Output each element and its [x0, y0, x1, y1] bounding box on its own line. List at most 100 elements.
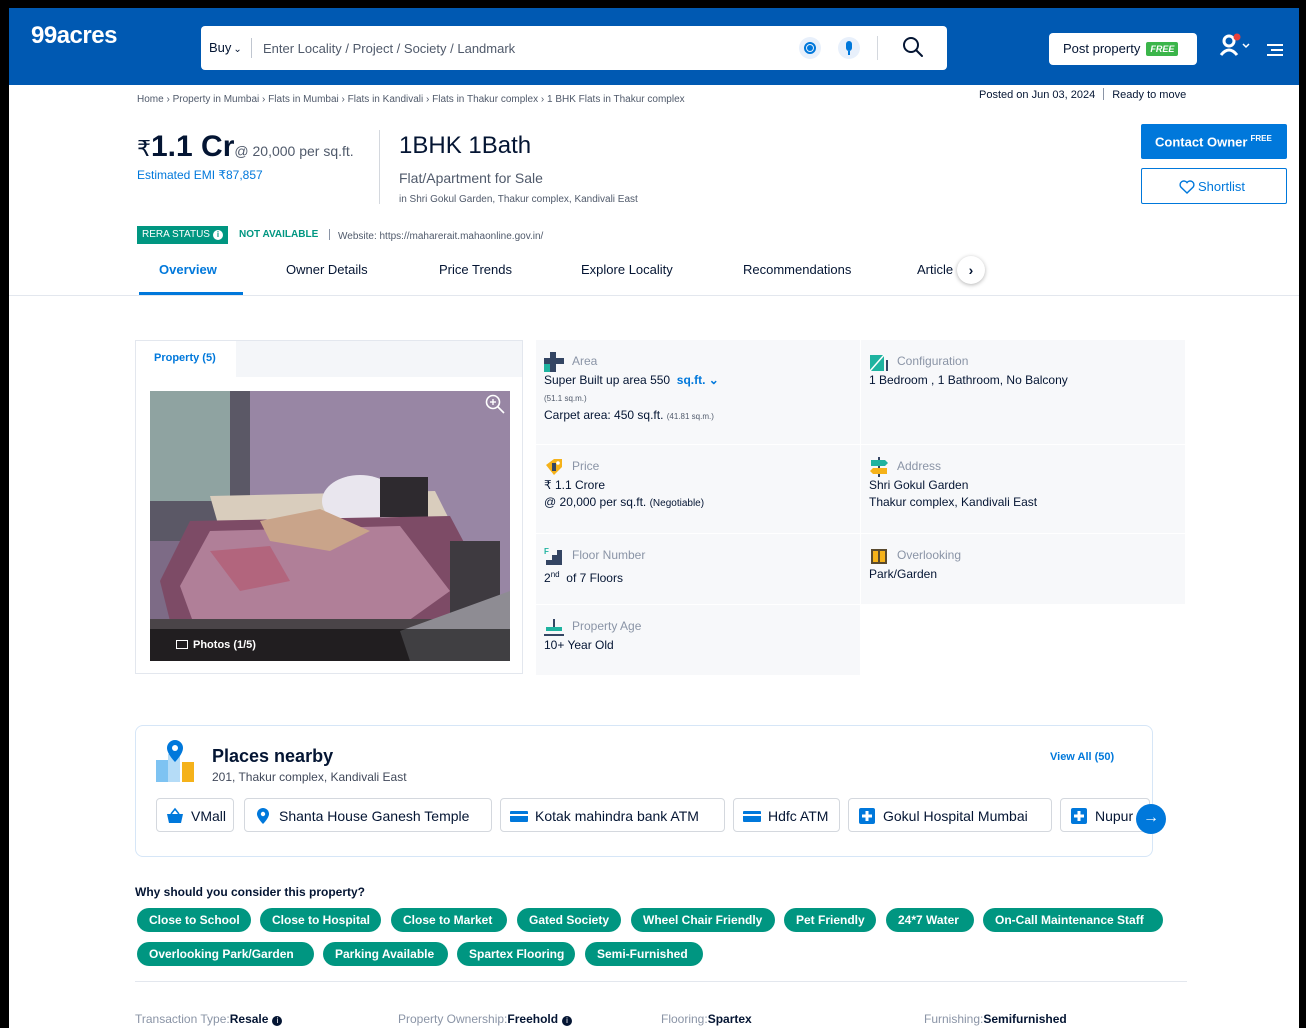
highlight-tag: Pet Friendly	[784, 908, 876, 932]
listing-price: ₹1.1 Cr@ 20,000 per sq.ft.	[137, 130, 354, 164]
tab-explore-locality[interactable]: Explore Locality	[581, 262, 673, 277]
place-chip-label: Kotak mahindra bank ATM	[535, 808, 699, 824]
posted-date: Posted on Jun 03, 2024	[979, 89, 1096, 101]
area-icon	[544, 352, 564, 372]
buy-dropdown-label: Buy	[209, 40, 232, 55]
breadcrumb-item[interactable]: Property in Mumbai	[173, 94, 260, 105]
photo-gallery: Property (5) Photos (1/5)	[135, 340, 523, 674]
info-icon[interactable]: i	[272, 1016, 283, 1026]
place-chip-kotak-atm[interactable]: Kotak mahindra bank ATM	[500, 798, 725, 832]
tab-owner-details[interactable]: Owner Details	[286, 262, 368, 277]
unit-selector[interactable]: sq.ft. ⌄	[677, 373, 719, 387]
site-logo[interactable]: 99acres	[31, 22, 117, 50]
attr-key: Furnishing	[924, 1012, 981, 1026]
highlight-tag: Gated Society	[517, 908, 621, 932]
attr-furnishing: Furnishing:Semifurnished	[924, 1012, 1067, 1026]
floor-suffix: nd	[550, 570, 560, 579]
zoom-icon[interactable]	[484, 393, 506, 415]
highlight-tag: Wheel Chair Friendly	[631, 908, 775, 932]
highlight-tag: Semi-Furnished	[585, 942, 703, 966]
price-divider	[379, 130, 380, 204]
emi-link[interactable]: Estimated EMI ₹87,857	[137, 168, 263, 182]
attr-value: Spartex	[707, 1012, 752, 1026]
buy-dropdown[interactable]: Buy ⌄	[209, 40, 242, 55]
tabs-scroll-right-button[interactable]: ›	[957, 256, 985, 284]
microphone-icon[interactable]	[838, 37, 860, 59]
gallery-tab-property[interactable]: Property (5)	[136, 341, 236, 377]
area-sqm: (51.1 sq.m.)	[544, 394, 587, 403]
image-icon	[176, 640, 188, 649]
price-detail-value: ₹ 1.1 Crore @ 20,000 per sq.ft. (Negotia…	[544, 477, 704, 512]
place-chip-vmall[interactable]: VMall	[156, 798, 234, 832]
highlight-tag: Close to Hospital	[260, 908, 381, 932]
rera-status-badge: RERA STATUS i	[137, 226, 228, 244]
chevron-down-icon: ⌄	[233, 44, 242, 55]
total-floors: of 7 Floors	[566, 571, 623, 585]
search-divider	[251, 38, 252, 58]
price-label: Price	[572, 459, 600, 473]
free-badge: FREE	[1146, 42, 1179, 56]
search-icon[interactable]	[901, 35, 925, 59]
price-per-sqft: @ 20,000 per sq.ft.	[234, 143, 354, 159]
configuration-label: Configuration	[897, 354, 969, 368]
places-nearby-title: Places nearby	[212, 746, 334, 766]
detail-property-age: Property Age 10+ Year Old	[536, 605, 860, 675]
highlight-tag: On-Call Maintenance Staff	[983, 908, 1163, 932]
map-pin-icon	[257, 808, 269, 824]
info-icon[interactable]: i	[212, 230, 223, 240]
atm-card-icon	[510, 811, 528, 822]
rera-website: Website: https://maharerait.mahaonline.g…	[329, 229, 543, 242]
posted-info: Posted on Jun 03, 2024 Ready to move	[979, 88, 1186, 101]
breadcrumb-item[interactable]: Home	[137, 94, 164, 105]
rera-website-text: Website: https://maharerait.mahaonline.g…	[338, 231, 544, 242]
section-divider	[135, 981, 1187, 982]
search-divider-2	[877, 36, 878, 60]
attr-transaction-type: Transaction Type:Resale i	[135, 1012, 283, 1026]
place-chip-temple[interactable]: Shanta House Ganesh Temple	[244, 798, 492, 832]
attr-key: Flooring	[661, 1012, 705, 1026]
place-chip-hdfc-atm[interactable]: Hdfc ATM	[733, 798, 840, 832]
breadcrumb-item[interactable]: 1 BHK Flats in Thakur complex	[547, 94, 685, 105]
price-tag-icon	[546, 459, 562, 475]
super-built-up-area: Super Built up area 550	[544, 373, 671, 387]
places-scroll-right-button[interactable]: →	[1136, 804, 1166, 834]
place-chip-label: Shanta House Ganesh Temple	[279, 808, 470, 824]
configuration-icon	[869, 354, 888, 372]
breadcrumb-item[interactable]: Flats in Mumbai	[268, 94, 339, 105]
shortlist-button[interactable]: Shortlist	[1141, 168, 1287, 204]
photos-count: Photos (1/5)	[193, 639, 256, 651]
property-photo[interactable]: Photos (1/5)	[150, 391, 510, 661]
breadcrumb-item[interactable]: Flats in Thakur complex	[432, 94, 538, 105]
highlight-tag: Parking Available	[323, 942, 448, 966]
floor-number: 2	[544, 571, 551, 585]
contact-owner-label: Contact Owner	[1155, 134, 1248, 150]
detail-address: Address Shri Gokul Garden Thakur complex…	[861, 445, 1185, 533]
window-icon	[871, 549, 887, 564]
view-all-places-link[interactable]: View All (50)	[1050, 751, 1114, 763]
hamburger-menu-icon[interactable]	[1267, 44, 1283, 56]
property-age-label: Property Age	[572, 619, 642, 633]
building-age-icon	[544, 619, 564, 636]
tab-overview[interactable]: Overview	[159, 262, 217, 277]
contact-owner-button[interactable]: Contact Owner FREE	[1141, 124, 1287, 159]
overlooking-value: Park/Garden	[869, 567, 938, 581]
breadcrumb-item[interactable]: Flats in Kandivali	[348, 94, 424, 105]
property-type: Flat/Apartment for Sale	[399, 170, 543, 186]
price-crore: ₹ 1.1 Crore	[544, 478, 605, 492]
info-icon[interactable]: i	[562, 1016, 573, 1026]
tab-price-trends[interactable]: Price Trends	[439, 262, 512, 277]
carpet-area-sqm: (41.81 sq.m.)	[666, 412, 714, 421]
user-account-icon[interactable]	[1219, 33, 1253, 57]
detail-floor: F Floor Number 2nd of 7 Floors	[536, 534, 860, 604]
tab-articles[interactable]: Article	[917, 262, 961, 277]
search-input[interactable]	[263, 38, 783, 58]
photos-count-button[interactable]: Photos (1/5)	[150, 629, 510, 661]
tab-recommendations[interactable]: Recommendations	[743, 262, 851, 277]
locate-me-icon[interactable]	[799, 37, 821, 59]
address-label: Address	[897, 459, 942, 473]
post-property-button[interactable]: Post property FREE	[1049, 33, 1197, 65]
configuration-value: 1 Bedroom , 1 Bathroom, No Balcony	[869, 373, 1068, 387]
place-chip-hospital[interactable]: Gokul Hospital Mumbai	[848, 798, 1052, 832]
unit-label: sq.ft.	[676, 373, 706, 387]
attr-value: Freehold	[507, 1012, 559, 1026]
